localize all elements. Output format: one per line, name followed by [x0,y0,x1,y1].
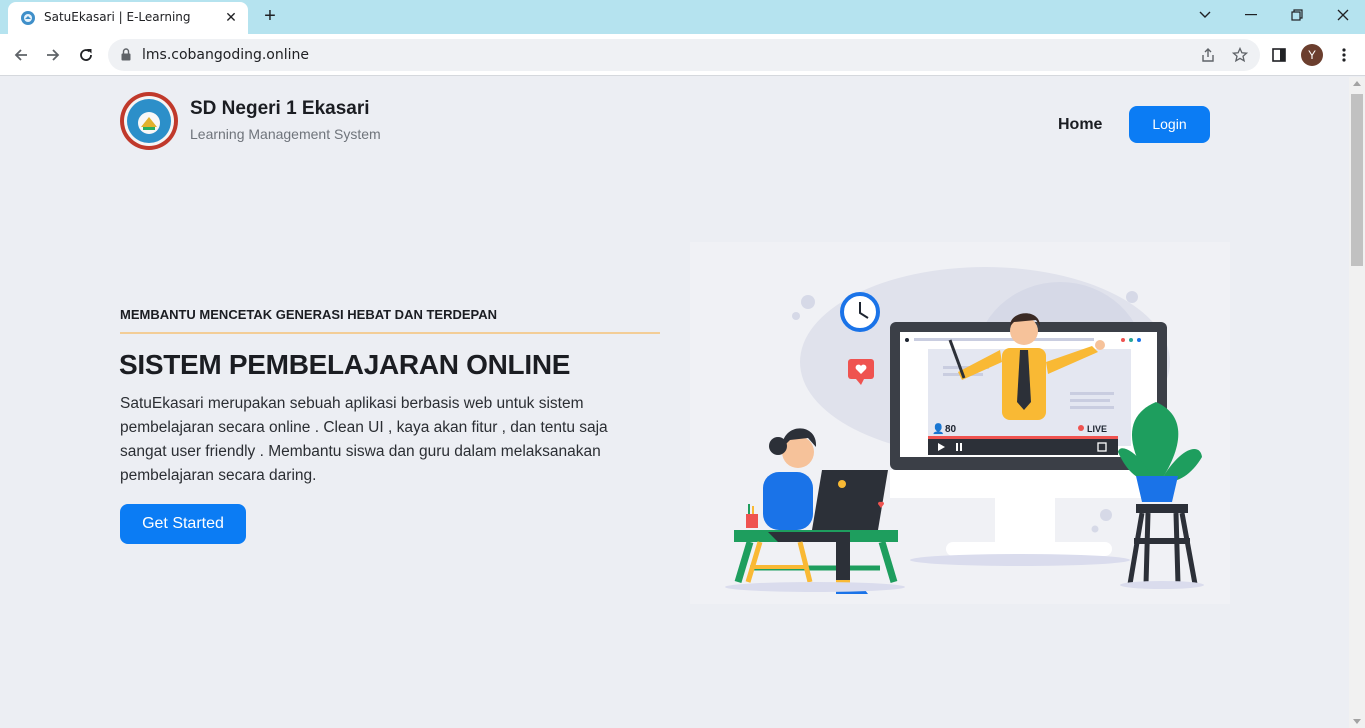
viewer-count: 80 [945,424,957,435]
profile-avatar[interactable]: Y [1301,44,1323,66]
menu-kebab-icon[interactable] [1332,43,1356,67]
tab-title: SatuEkasari | E-Learning [44,10,191,24]
restore-icon[interactable] [1274,0,1320,30]
scroll-up-arrow-icon[interactable] [1353,81,1361,86]
school-logo [120,92,178,150]
address-bar[interactable]: lms.cobangoding.online [108,39,1260,71]
reload-icon[interactable] [73,42,99,68]
close-tab-icon[interactable]: ✕ [222,8,240,26]
hero-eyebrow: MEMBANTU MENCETAK GENERASI HEBAT DAN TER… [120,307,497,322]
url-text: lms.cobangoding.online [142,47,310,63]
close-window-icon[interactable] [1320,0,1365,30]
forward-icon[interactable] [40,42,66,68]
hero-title: SISTEM PEMBELAJARAN ONLINE [119,349,571,380]
live-badge: LIVE [1087,424,1107,434]
svg-text:👤: 👤 [932,422,944,435]
eyebrow-divider [120,332,660,334]
scroll-down-arrow-icon[interactable] [1353,719,1361,724]
nav-home-link[interactable]: Home [1058,116,1102,134]
school-name: SD Negeri 1 Ekasari [190,98,370,119]
hero-description: SatuEkasari merupakan sebuah aplikasi be… [120,395,608,484]
browser-tab[interactable]: SatuEkasari | E-Learning ✕ [8,2,248,34]
page-viewport: SD Negeri 1 Ekasari Learning Management … [0,77,1349,728]
back-icon[interactable] [8,42,34,68]
lock-icon [121,48,131,61]
tab-search-icon[interactable] [1182,0,1228,30]
vertical-scrollbar[interactable] [1349,77,1365,728]
login-button[interactable]: Login [1129,106,1210,143]
side-panel-icon[interactable] [1267,43,1291,67]
get-started-button[interactable]: Get Started [120,504,246,544]
tab-strip: SatuEkasari | E-Learning ✕ + [0,0,1365,34]
browser-toolbar: lms.cobangoding.online Y [0,34,1365,76]
site-favicon-icon [21,11,35,25]
online-learning-illustration: 👤 80 LIVE [690,242,1230,604]
new-tab-button[interactable]: + [258,4,282,28]
minimize-icon[interactable] [1228,0,1274,30]
scroll-thumb[interactable] [1351,94,1363,266]
tagline: Learning Management System [190,126,381,142]
share-icon[interactable] [1198,45,1218,65]
bookmark-star-icon[interactable] [1230,45,1250,65]
